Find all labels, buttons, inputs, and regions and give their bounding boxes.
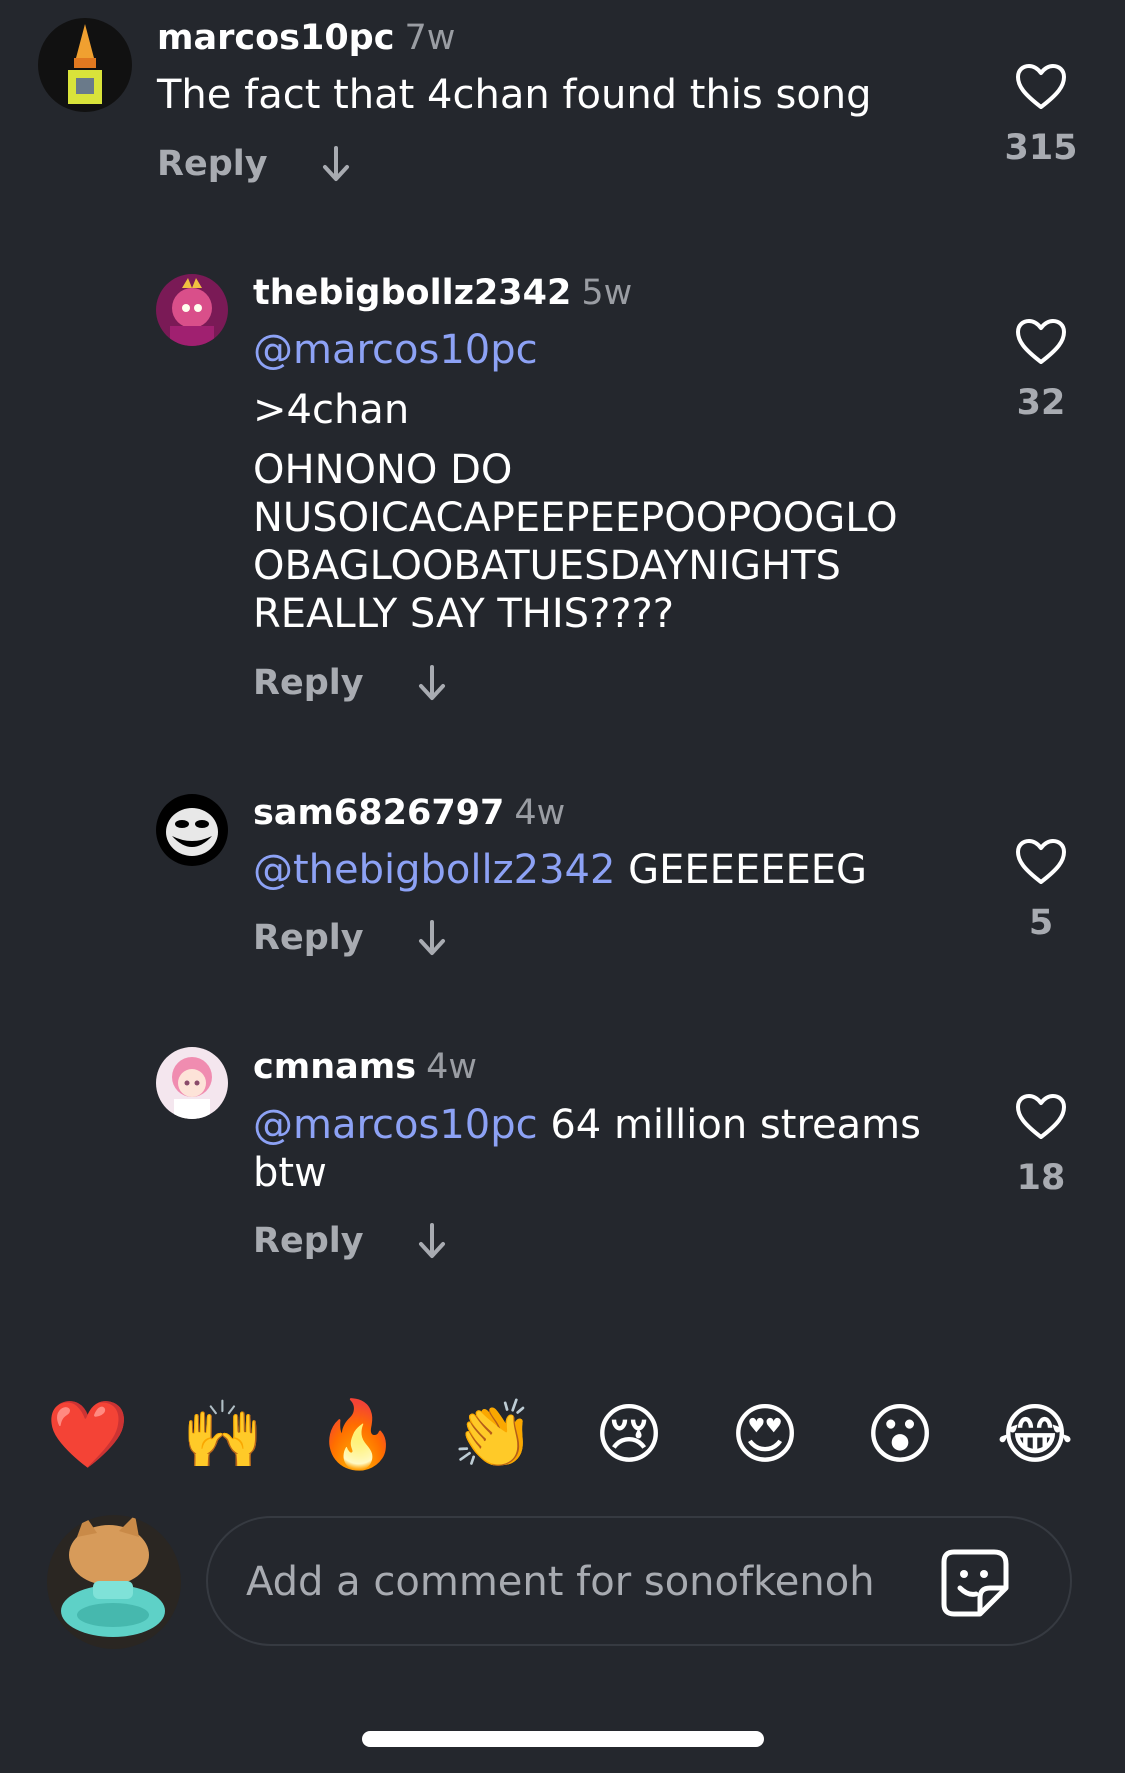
comment-body: GEEEEEEEG bbox=[615, 847, 868, 893]
raising-hands-emoji[interactable]: 🙌 bbox=[178, 1395, 268, 1475]
home-indicator[interactable] bbox=[362, 1731, 764, 1747]
reply-row: Reply bbox=[253, 918, 448, 958]
reply-row: Reply bbox=[157, 144, 352, 184]
avatar[interactable] bbox=[156, 274, 228, 346]
timestamp: 4w bbox=[426, 1047, 477, 1087]
like-count: 32 bbox=[1016, 383, 1066, 423]
crying-face-emoji[interactable]: 😢 bbox=[584, 1395, 674, 1475]
heart-icon[interactable] bbox=[1014, 317, 1068, 367]
mention-link[interactable]: @marcos10pc bbox=[253, 326, 953, 374]
username[interactable]: thebigbollz2342 bbox=[253, 273, 571, 313]
sticker-icon[interactable] bbox=[940, 1548, 1010, 1618]
reply-button[interactable]: Reply bbox=[253, 918, 364, 958]
like-group: 32 bbox=[981, 317, 1101, 423]
username[interactable]: cmnams bbox=[253, 1047, 416, 1087]
comment-sam6826797: sam6826797 4w @thebigbollz2342 GEEEEEEEG … bbox=[0, 780, 1125, 980]
reply-button[interactable]: Reply bbox=[157, 144, 268, 184]
comment-marcos10pc: marcos10pc 7w The fact that 4chan found t… bbox=[0, 0, 1125, 230]
comment-line: >4chan bbox=[253, 387, 410, 433]
clapping-hands-emoji[interactable]: 👏 bbox=[449, 1395, 539, 1475]
arrow-down-icon[interactable] bbox=[416, 918, 448, 958]
reply-row: Reply bbox=[253, 1221, 448, 1261]
comment-text: The fact that 4chan found this song bbox=[157, 71, 957, 119]
comment-text: @marcos10pc 64 million streams btw bbox=[253, 1101, 953, 1197]
like-group: 5 bbox=[981, 837, 1101, 943]
timestamp: 5w bbox=[581, 273, 633, 313]
mention-link[interactable]: @thebigbollz2342 bbox=[253, 847, 615, 893]
surprised-face-emoji[interactable]: 😮 bbox=[855, 1395, 945, 1475]
username[interactable]: sam6826797 bbox=[253, 793, 504, 833]
username[interactable]: marcos10pc bbox=[157, 18, 394, 58]
emoji-reaction-bar: ❤️ 🙌 🔥 👏 😢 😍 😮 😂 bbox=[0, 1395, 1125, 1475]
comment-meta: thebigbollz2342 5w bbox=[253, 273, 632, 313]
comment-thebigbollz2342: thebigbollz2342 5w @marcos10pc >4chan OHN… bbox=[0, 260, 1125, 720]
heart-icon[interactable] bbox=[1014, 1092, 1068, 1142]
like-count: 315 bbox=[1004, 128, 1078, 168]
current-user-avatar[interactable] bbox=[47, 1515, 181, 1649]
comment-composer bbox=[0, 1515, 1125, 1649]
heart-icon[interactable] bbox=[1014, 837, 1068, 887]
comment-body: The fact that 4chan found this song bbox=[157, 72, 872, 118]
fire-emoji[interactable]: 🔥 bbox=[313, 1395, 403, 1475]
timestamp: 4w bbox=[514, 793, 566, 833]
comment-text: @marcos10pc >4chan OHNONO DO NUSOICACAPE… bbox=[253, 326, 953, 638]
like-group: 18 bbox=[981, 1092, 1101, 1198]
heart-icon[interactable] bbox=[1014, 62, 1068, 112]
comment-input[interactable] bbox=[244, 1548, 908, 1616]
avatar[interactable] bbox=[156, 794, 228, 866]
arrow-down-icon[interactable] bbox=[416, 1221, 448, 1261]
timestamp: 7w bbox=[404, 18, 456, 58]
avatar[interactable] bbox=[156, 1047, 228, 1119]
tears-of-joy-emoji[interactable]: 😂 bbox=[990, 1395, 1080, 1475]
reply-row: Reply bbox=[253, 663, 448, 703]
comment-meta: marcos10pc 7w bbox=[157, 18, 455, 58]
red-heart-emoji[interactable]: ❤️ bbox=[43, 1395, 133, 1475]
reply-button[interactable]: Reply bbox=[253, 1221, 364, 1261]
like-count: 5 bbox=[1028, 903, 1054, 943]
comment-cmnams: cmnams 4w @marcos10pc 64 million streams … bbox=[0, 1035, 1125, 1285]
comment-body: OHNONO DO NUSOICACAPEEPEEPOOPOOGLO OBAGL… bbox=[253, 447, 898, 637]
like-count: 18 bbox=[1016, 1158, 1066, 1198]
heart-eyes-emoji[interactable]: 😍 bbox=[720, 1395, 810, 1475]
mention-link[interactable]: @marcos10pc bbox=[253, 1102, 538, 1148]
comment-meta: cmnams 4w bbox=[253, 1047, 477, 1087]
comment-text: @thebigbollz2342 GEEEEEEEG bbox=[253, 846, 953, 894]
reply-button[interactable]: Reply bbox=[253, 663, 364, 703]
arrow-down-icon[interactable] bbox=[320, 144, 352, 184]
comment-meta: sam6826797 4w bbox=[253, 793, 565, 833]
avatar[interactable] bbox=[38, 18, 132, 112]
like-group: 315 bbox=[981, 62, 1101, 168]
arrow-down-icon[interactable] bbox=[416, 663, 448, 703]
comment-input-box[interactable] bbox=[206, 1516, 1072, 1646]
